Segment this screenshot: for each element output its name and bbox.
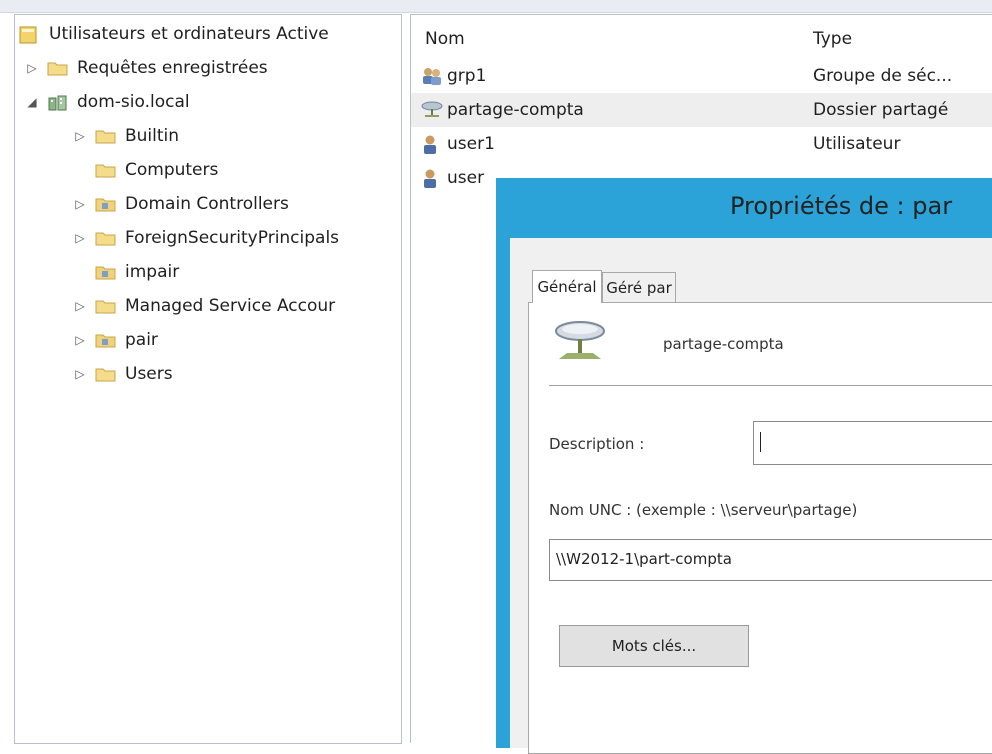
list-item[interactable]: partage-compta Dossier partagé [411,93,992,127]
tree-item-label: Domain Controllers [125,194,289,214]
tree-item-label: Computers [125,160,219,180]
tree-item-managed-service-accounts[interactable]: ▷ Managed Service Accour [73,289,335,323]
tree-item-foreign-security-principals[interactable]: ▷ ForeignSecurityPrincipals [73,221,339,255]
tree-item-computers[interactable]: Computers [95,153,218,187]
tree-item-label: Builtin [125,126,180,146]
tree-item-label: pair [125,330,158,350]
collapse-icon[interactable]: ◢ [25,95,39,109]
tree-item-domain[interactable]: ◢ dom-sio.local [25,85,190,119]
tree-item-label: dom-sio.local [77,92,190,112]
expand-icon[interactable]: ▷ [73,231,87,245]
user-icon [421,134,443,154]
tree-item-label: Users [125,364,173,384]
expand-icon[interactable]: ▷ [73,299,87,313]
shared-folder-icon [421,100,443,120]
folder-icon [95,298,116,314]
aduc-root-icon [19,26,40,44]
expand-icon[interactable]: ▷ [73,333,87,347]
expand-icon[interactable]: ▷ [73,367,87,381]
folder-icon [95,162,116,178]
top-toolbar-strip [0,0,992,13]
dialog-title: Propriétés de : par [730,192,953,220]
tree-item-pair[interactable]: ▷ pair [73,323,158,357]
tab-panel-general: partage-compta Description : Nom UNC : (… [528,302,992,754]
description-label: Description : [549,435,645,453]
list-item-name: user1 [447,134,495,154]
unc-label: Nom UNC : (exemple : \\serveur\partage) [549,501,858,519]
console-tree: Utilisateurs et ordinateurs Active ▷ Req… [14,14,402,744]
list-item[interactable]: grp1 Groupe de séc... [411,59,992,93]
expand-icon[interactable]: ▷ [73,197,87,211]
text-cursor [760,432,761,452]
column-header-name[interactable]: Nom [425,29,465,49]
tree-item-label: Managed Service Accour [125,296,336,316]
tree-item-label: Requêtes enregistrées [77,58,268,78]
tree-item-saved-queries[interactable]: ▷ Requêtes enregistrées [25,51,268,85]
expand-icon[interactable]: ▷ [73,129,87,143]
tree-item-builtin[interactable]: ▷ Builtin [73,119,179,153]
keywords-button[interactable]: Mots clés... [559,625,749,667]
list-item[interactable]: user1 Utilisateur [411,127,992,161]
separator [549,385,992,386]
expand-icon[interactable]: ▷ [25,61,39,75]
tab-general[interactable]: Général [532,270,602,303]
list-item-name: grp1 [447,66,487,86]
ou-icon [95,264,116,280]
tree-item-users[interactable]: ▷ Users [73,357,173,391]
list-item-type: Utilisateur [813,134,901,154]
unc-field[interactable]: \\W2012-1\part-compta [549,539,992,581]
list-item-type: Groupe de séc... [813,66,953,86]
tree-item-domain-controllers[interactable]: ▷ Domain Controllers [73,187,289,221]
folder-icon [95,230,116,246]
list-item-name: user [447,168,485,188]
domain-icon [47,94,68,111]
dialog-body: Général Géré par partage-compta Descript… [510,238,992,754]
user-icon [421,168,443,188]
tree-item-label: ForeignSecurityPrincipals [125,228,340,248]
tree-item-impair[interactable]: impair [95,255,179,289]
ou-icon [95,332,116,348]
group-icon [421,66,443,86]
tree-root-label: Utilisateurs et ordinateurs Active [49,24,329,44]
tree-root[interactable]: Utilisateurs et ordinateurs Active [19,17,329,51]
shared-folder-icon [553,319,607,371]
folder-icon [47,60,68,76]
folder-icon [95,128,116,144]
list-item-name: partage-compta [447,100,584,120]
folder-icon [95,366,116,382]
description-field[interactable] [753,421,992,465]
tab-managed-by[interactable]: Géré par [602,272,676,304]
ou-icon [95,196,116,212]
column-header-type[interactable]: Type [813,29,852,49]
object-name: partage-compta [663,335,784,353]
properties-dialog: Propriétés de : par Général Géré par par… [496,178,992,754]
unc-value: \\W2012-1\part-compta [556,550,732,568]
tree-item-label: impair [125,262,180,282]
list-item-type: Dossier partagé [813,100,949,120]
